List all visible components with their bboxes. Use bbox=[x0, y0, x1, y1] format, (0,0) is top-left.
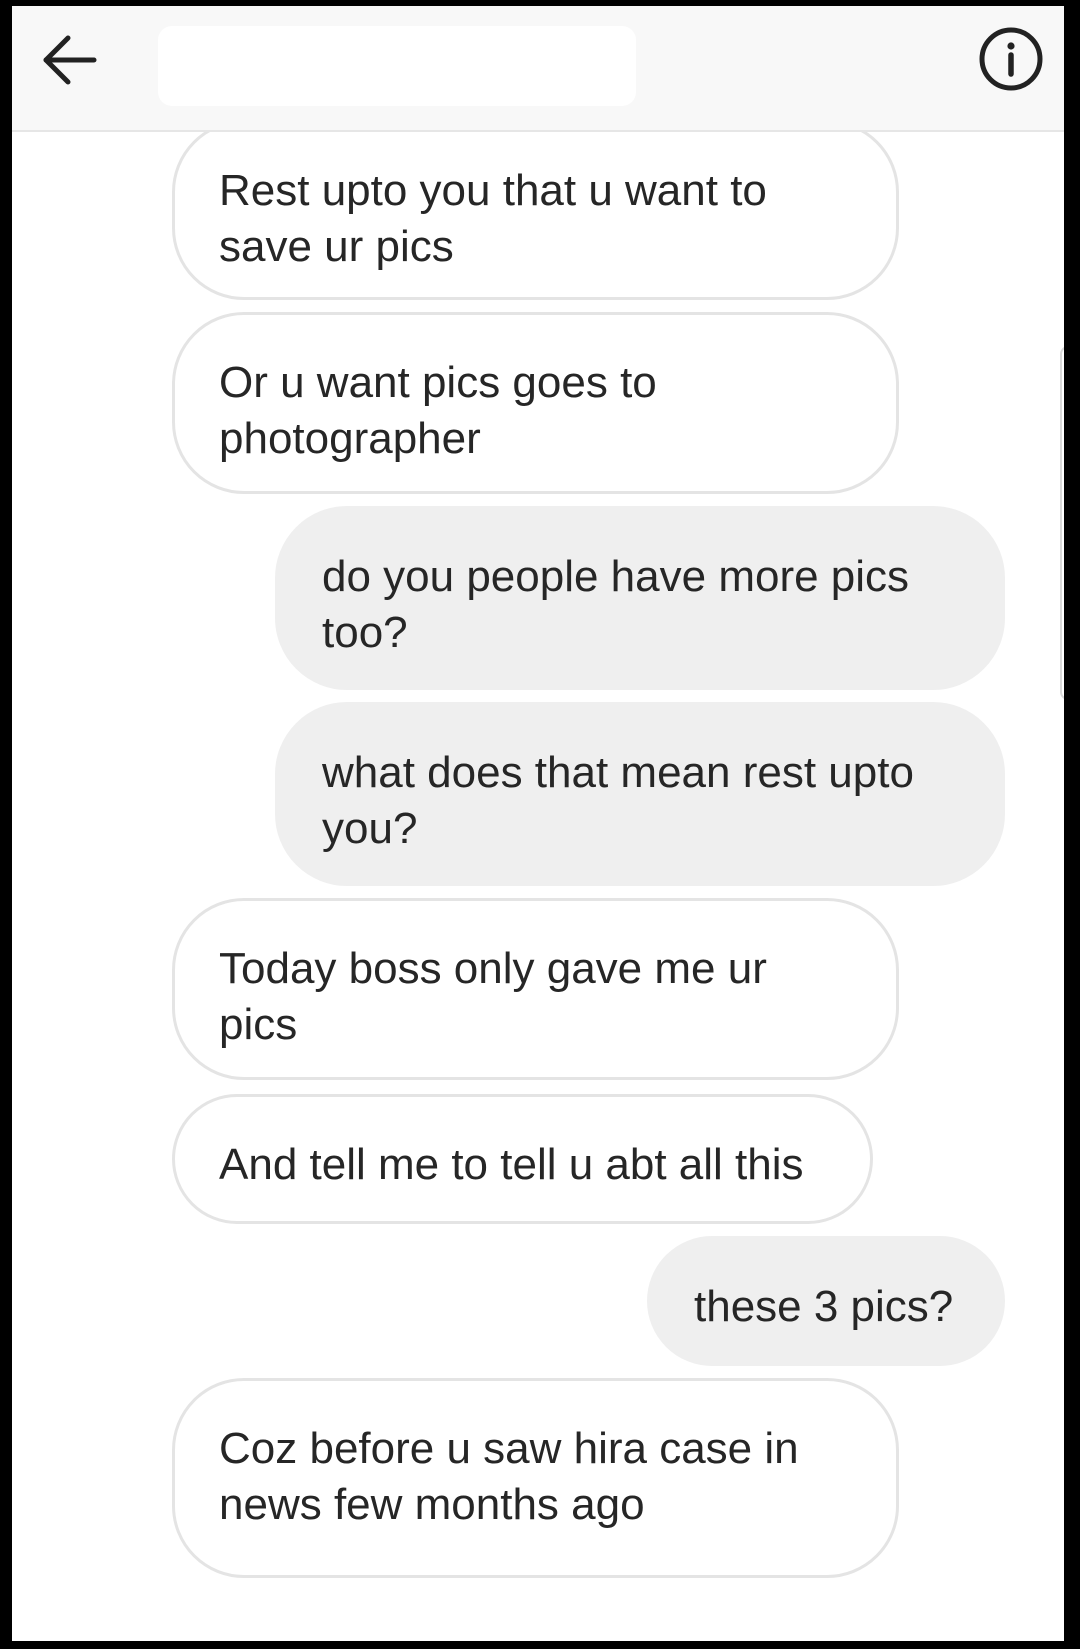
message-text: And tell me to tell u abt all this bbox=[219, 1140, 804, 1189]
message-bubble-sent[interactable]: these 3 pics? bbox=[647, 1236, 1005, 1366]
message-text: Today boss only gave me ur pics bbox=[219, 944, 767, 1049]
message-text: Or u want pics goes to photographer bbox=[219, 358, 657, 463]
message-text: what does that mean rest upto you? bbox=[322, 748, 914, 853]
chat-header bbox=[12, 6, 1064, 132]
message-bubble-received[interactable]: Rest upto you that u want to save ur pic… bbox=[172, 120, 899, 300]
message-list[interactable]: Rest upto you that u want to save ur pic… bbox=[12, 6, 1064, 1641]
conversation-title bbox=[158, 26, 636, 106]
arrow-left-icon bbox=[43, 35, 97, 85]
message-text: Rest upto you that u want to save ur pic… bbox=[219, 166, 767, 271]
message-bubble-sent[interactable]: do you people have more pics too? bbox=[275, 506, 1005, 690]
message-bubble-received[interactable]: And tell me to tell u abt all this bbox=[172, 1094, 873, 1224]
scroll-edge-tab bbox=[1060, 346, 1064, 700]
message-bubble-received[interactable]: Today boss only gave me ur pics bbox=[172, 898, 899, 1080]
screenshot-frame: Rest upto you that u want to save ur pic… bbox=[0, 0, 1080, 1649]
message-bubble-received[interactable]: Or u want pics goes to photographer bbox=[172, 312, 899, 494]
info-button[interactable] bbox=[978, 26, 1044, 92]
message-text: these 3 pics? bbox=[694, 1282, 954, 1331]
info-circle-icon bbox=[979, 27, 1043, 91]
message-bubble-received[interactable]: Coz before u saw hira case in news few m… bbox=[172, 1378, 899, 1578]
back-button[interactable] bbox=[38, 28, 102, 92]
message-bubble-sent[interactable]: what does that mean rest upto you? bbox=[275, 702, 1005, 886]
message-text: do you people have more pics too? bbox=[322, 552, 910, 657]
message-text: Coz before u saw hira case in news few m… bbox=[219, 1424, 799, 1529]
